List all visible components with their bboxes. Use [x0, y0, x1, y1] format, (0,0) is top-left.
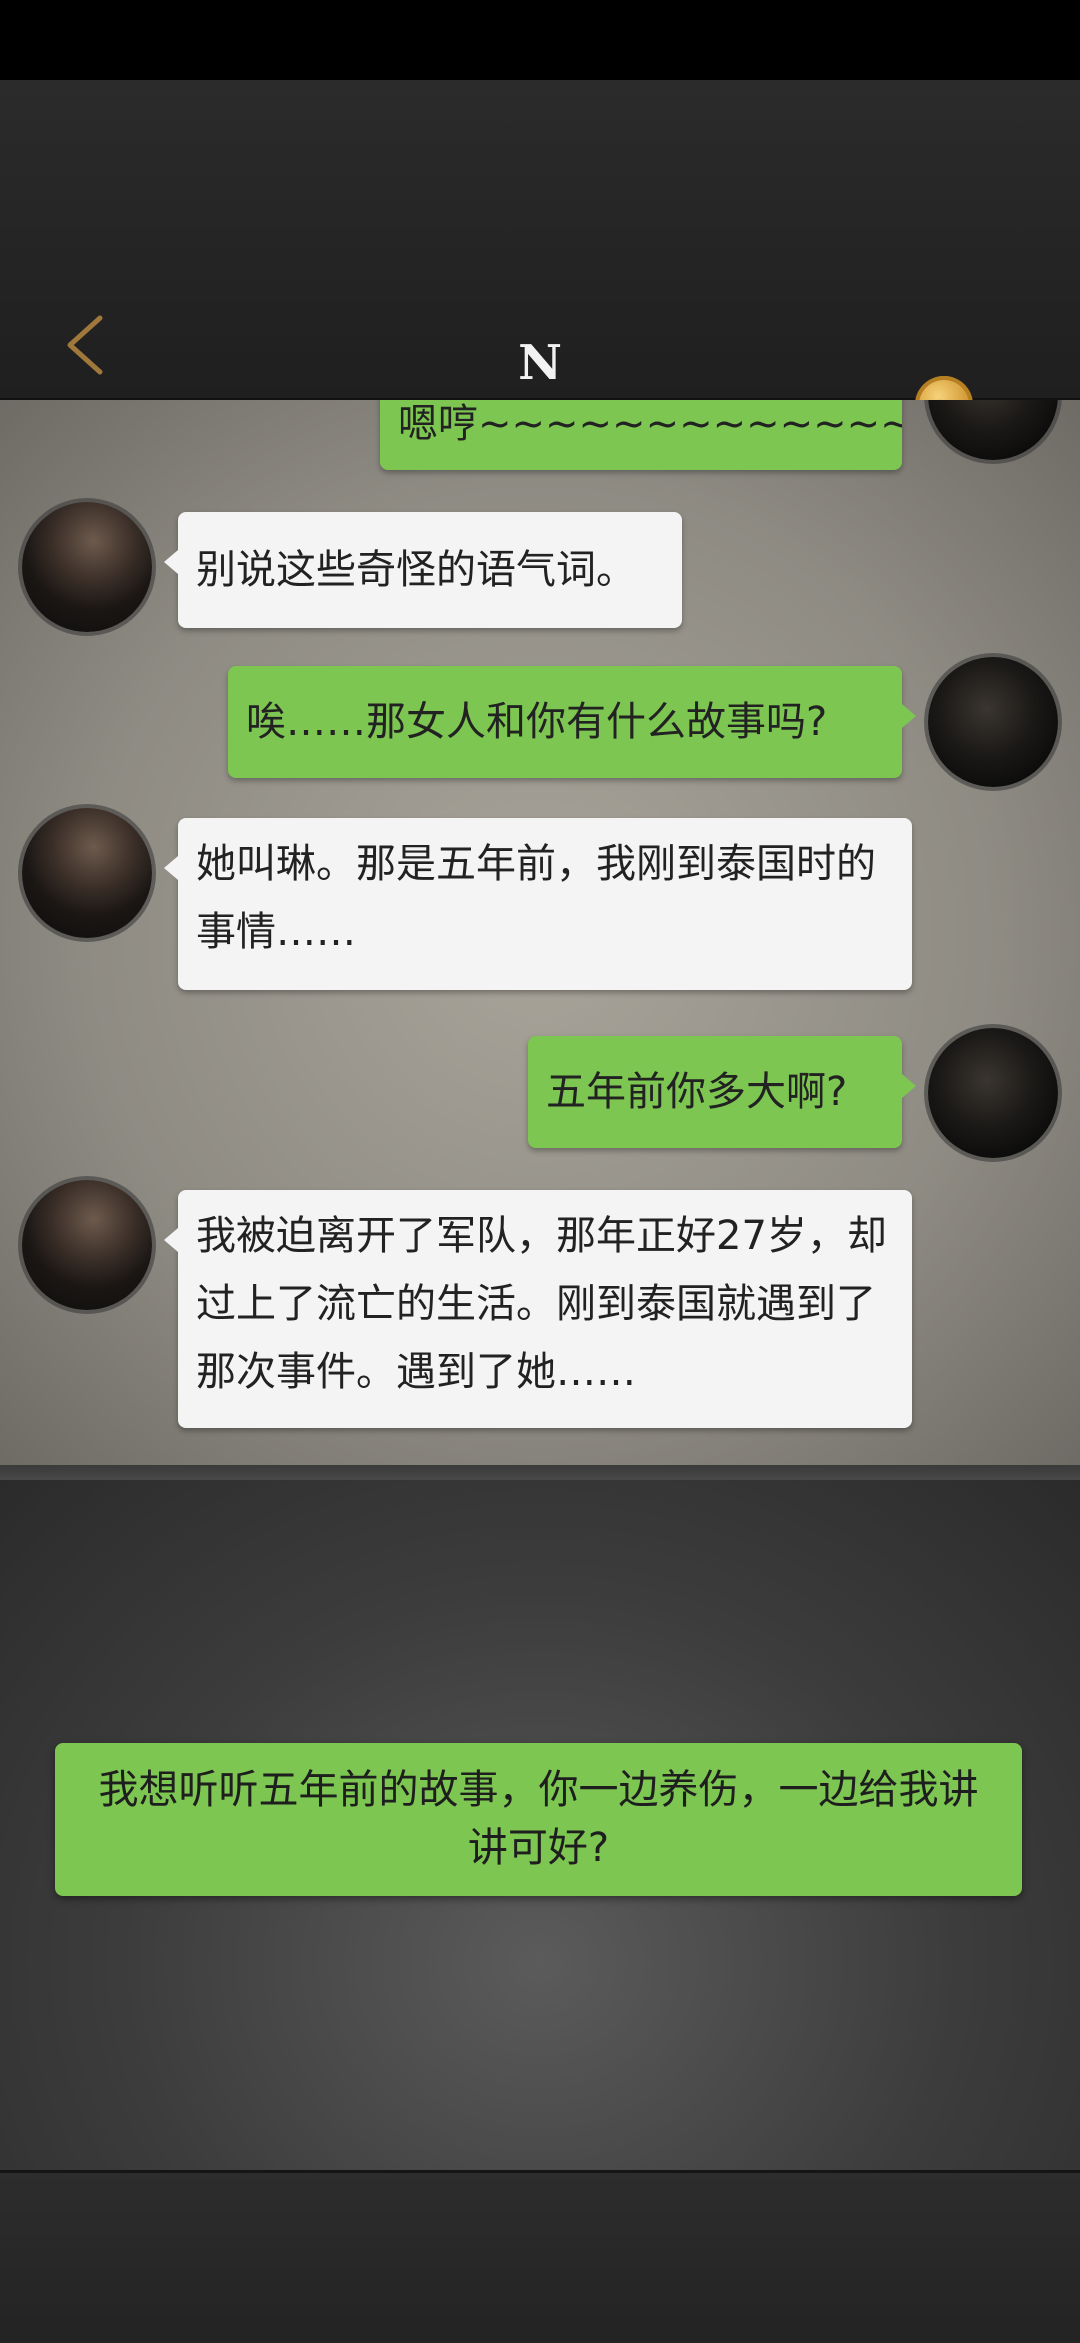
page-title: N [518, 335, 562, 391]
bottom-bar [0, 2170, 1080, 2343]
chat-bubble-received: 我被迫离开了军队，那年正好27岁，却过上了流亡的生活。刚到泰国就遇到了那次事件。… [164, 1190, 912, 1428]
chat-bubble-received: 别说这些奇怪的语气词。 [164, 512, 682, 628]
message-text: 她叫琳。那是五年前，我刚到泰国时的事情…… [196, 841, 876, 955]
message-text: 我被迫离开了军队，那年正好27岁，却过上了流亡的生活。刚到泰国就遇到了那次事件。… [196, 1213, 887, 1395]
avatar-character[interactable] [22, 1180, 152, 1310]
reply-choice-button[interactable]: 我想听听五年前的故事，你一边养伤，一边给我讲讲可好? [55, 1743, 1022, 1896]
chat-bubble-received: 她叫琳。那是五年前，我刚到泰国时的事情…… [164, 818, 912, 990]
message-text: 嗯哼~~~~~~~~~~~~~~~~~~ [398, 401, 902, 447]
header: N ∞ [0, 80, 1080, 434]
message-text: 唉……那女人和你有什么故事吗? [246, 699, 828, 745]
avatar-player[interactable] [928, 657, 1058, 787]
chat-bubble-sent: 嗯哼~~~~~~~~~~~~~~~~~~ [380, 400, 902, 470]
reply-choice-text: 我想听听五年前的故事，你一边养伤，一边给我讲讲可好? [98, 1767, 979, 1871]
status-bar [0, 0, 1080, 80]
chat-bubble-sent: 五年前你多大啊? [528, 1036, 916, 1148]
avatar-player[interactable] [928, 400, 1058, 460]
message-text: 别说这些奇怪的语气词。 [196, 547, 636, 593]
avatar-character[interactable] [22, 502, 152, 632]
chat-bubble-sent: 唉……那女人和你有什么故事吗? [228, 666, 916, 778]
message-text: 五年前你多大啊? [546, 1069, 848, 1115]
chat-area[interactable]: 嗯哼~~~~~~~~~~~~~~~~~~ 别说这些奇怪的语气词。 唉……那女人和… [0, 400, 1080, 1468]
avatar-character[interactable] [22, 808, 152, 938]
avatar-player[interactable] [928, 1028, 1058, 1158]
